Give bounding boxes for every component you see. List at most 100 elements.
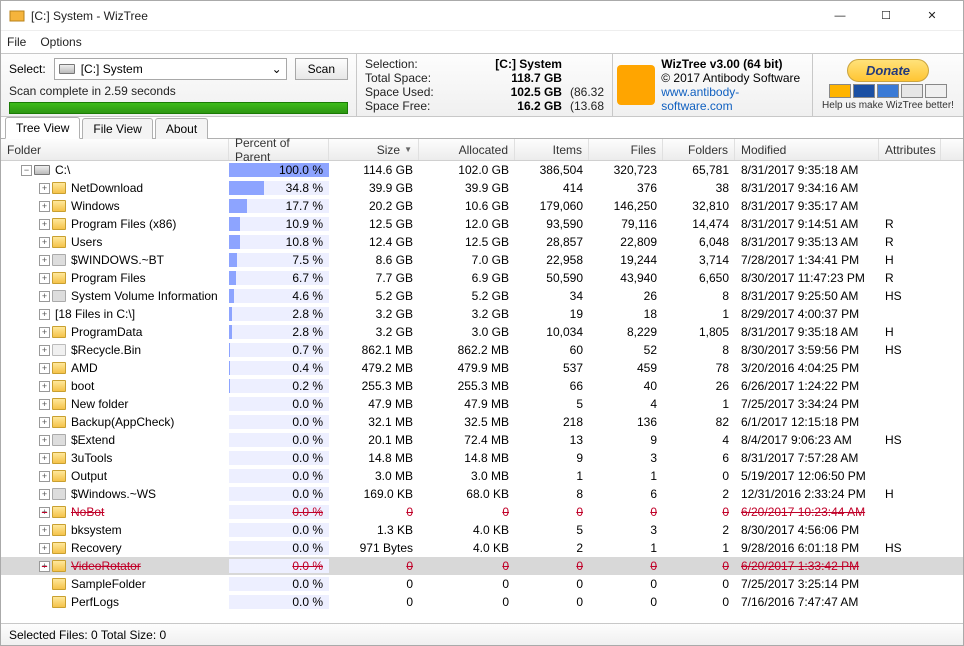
row-alloc: 255.3 MB [419, 379, 515, 393]
expand-icon[interactable] [39, 345, 50, 356]
row-modified: 8/31/2017 9:35:13 AM [735, 235, 879, 249]
row-pct: 0.0 % [292, 415, 323, 429]
table-row[interactable]: bksystem0.0 %1.3 KB4.0 KB5328/30/2017 4:… [1, 521, 963, 539]
row-size: 169.0 KB [329, 487, 419, 501]
row-files: 4 [589, 397, 663, 411]
col-folders[interactable]: Folders [663, 139, 735, 160]
collapse-icon[interactable] [21, 165, 32, 176]
col-attributes[interactable]: Attributes [879, 139, 941, 160]
col-size[interactable]: Size▼ [329, 139, 419, 160]
scan-button[interactable]: Scan [295, 58, 348, 80]
table-row[interactable]: Program Files (x86)10.9 %12.5 GB12.0 GB9… [1, 215, 963, 233]
expand-icon[interactable] [39, 471, 50, 482]
table-row[interactable]: SampleFolder0.0 %000007/25/2017 3:25:14 … [1, 575, 963, 593]
table-row[interactable]: Output0.0 %3.0 MB3.0 MB1105/19/2017 12:0… [1, 467, 963, 485]
col-files[interactable]: Files [589, 139, 663, 160]
expand-icon[interactable] [39, 507, 50, 518]
table-row[interactable]: PerfLogs0.0 %000007/16/2016 7:47:47 AM [1, 593, 963, 611]
expand-icon[interactable] [39, 561, 50, 572]
row-items: 5 [515, 397, 589, 411]
row-files: 52 [589, 343, 663, 357]
table-row[interactable]: [18 Files in C:\]2.8 %3.2 GB3.2 GB191818… [1, 305, 963, 323]
tab-file-view[interactable]: File View [82, 118, 152, 139]
expand-icon[interactable] [39, 489, 50, 500]
table-row[interactable]: VideoRotator0.0 %000006/20/2017 1:33:42 … [1, 557, 963, 575]
row-items: 8 [515, 487, 589, 501]
row-size: 3.2 GB [329, 325, 419, 339]
row-pct: 6.7 % [292, 271, 323, 285]
col-modified[interactable]: Modified [735, 139, 879, 160]
close-button[interactable]: ✕ [909, 1, 955, 31]
col-folder[interactable]: Folder [1, 139, 229, 160]
expand-icon[interactable] [39, 327, 50, 338]
minimize-button[interactable]: — [817, 1, 863, 31]
tab-tree-view[interactable]: Tree View [5, 117, 80, 139]
table-row[interactable]: $Windows.~WS0.0 %169.0 KB68.0 KB86212/31… [1, 485, 963, 503]
table-row[interactable]: Recovery0.0 %971 Bytes4.0 KB2119/28/2016… [1, 539, 963, 557]
expand-icon[interactable] [39, 543, 50, 554]
table-row[interactable]: NoBot0.0 %000006/20/2017 10:23:44 AM [1, 503, 963, 521]
row-size: 3.2 GB [329, 307, 419, 321]
expand-icon[interactable] [39, 201, 50, 212]
expand-icon[interactable] [39, 219, 50, 230]
table-row[interactable]: Users10.8 %12.4 GB12.5 GB28,85722,8096,0… [1, 233, 963, 251]
row-items: 537 [515, 361, 589, 375]
row-attr: R [879, 217, 941, 231]
row-files: 79,116 [589, 217, 663, 231]
table-row[interactable]: $WINDOWS.~BT7.5 %8.6 GB7.0 GB22,95819,24… [1, 251, 963, 269]
row-folders: 0 [663, 559, 735, 573]
expand-icon[interactable] [39, 399, 50, 410]
status-text: Selected Files: 0 Total Size: 0 [9, 628, 166, 642]
table-row[interactable]: Backup(AppCheck)0.0 %32.1 MB32.5 MB21813… [1, 413, 963, 431]
table-row[interactable]: $Extend0.0 %20.1 MB72.4 MB13948/4/2017 9… [1, 431, 963, 449]
menu-options[interactable]: Options [40, 35, 81, 49]
table-row[interactable]: $Recycle.Bin0.7 %862.1 MB862.2 MB605288/… [1, 341, 963, 359]
table-row[interactable]: C:\100.0 %114.6 GB102.0 GB386,504320,723… [1, 161, 963, 179]
expand-icon[interactable] [39, 255, 50, 266]
col-items[interactable]: Items [515, 139, 589, 160]
expand-icon[interactable] [39, 525, 50, 536]
col-allocated[interactable]: Allocated [419, 139, 515, 160]
expand-icon[interactable] [39, 381, 50, 392]
tab-about[interactable]: About [155, 118, 208, 139]
expand-icon[interactable] [39, 363, 50, 374]
expand-icon[interactable] [39, 183, 50, 194]
table-row[interactable]: ProgramData2.8 %3.2 GB3.0 GB10,0348,2291… [1, 323, 963, 341]
expand-icon[interactable] [39, 237, 50, 248]
row-folders: 38 [663, 181, 735, 195]
row-files: 19,244 [589, 253, 663, 267]
table-row[interactable]: 3uTools0.0 %14.8 MB14.8 MB9368/31/2017 7… [1, 449, 963, 467]
folder-icon [52, 578, 66, 590]
table-row[interactable]: AMD0.4 %479.2 MB479.9 MB537459783/20/201… [1, 359, 963, 377]
menu-file[interactable]: File [7, 35, 26, 49]
row-modified: 6/20/2017 10:23:44 AM [735, 505, 879, 519]
expand-icon[interactable] [39, 417, 50, 428]
folder-icon [52, 542, 66, 554]
row-pct: 0.0 % [292, 433, 323, 447]
expand-icon[interactable] [39, 309, 50, 320]
grid-body[interactable]: C:\100.0 %114.6 GB102.0 GB386,504320,723… [1, 161, 963, 623]
expand-icon[interactable] [39, 453, 50, 464]
row-folders: 2 [663, 487, 735, 501]
row-size: 5.2 GB [329, 289, 419, 303]
row-modified: 6/20/2017 1:33:42 PM [735, 559, 879, 573]
table-row[interactable]: New folder0.0 %47.9 MB47.9 MB5417/25/201… [1, 395, 963, 413]
expand-icon[interactable] [39, 291, 50, 302]
brand-url[interactable]: www.antibody-software.com [661, 85, 804, 113]
drive-combo[interactable]: [C:] System ⌄ [54, 58, 287, 80]
donate-button[interactable]: Donate [847, 59, 929, 82]
row-alloc: 7.0 GB [419, 253, 515, 267]
table-row[interactable]: boot0.2 %255.3 MB255.3 MB6640266/26/2017… [1, 377, 963, 395]
expand-icon[interactable] [39, 435, 50, 446]
folder-icon [52, 272, 66, 284]
table-row[interactable]: System Volume Information4.6 %5.2 GB5.2 … [1, 287, 963, 305]
row-name: Program Files (x86) [71, 217, 176, 231]
table-row[interactable]: Windows17.7 %20.2 GB10.6 GB179,060146,25… [1, 197, 963, 215]
col-percent[interactable]: Percent of Parent [229, 139, 329, 160]
table-row[interactable]: Program Files6.7 %7.7 GB6.9 GB50,59043,9… [1, 269, 963, 287]
table-row[interactable]: NetDownload34.8 %39.9 GB39.9 GB414376388… [1, 179, 963, 197]
row-folders: 14,474 [663, 217, 735, 231]
expand-icon[interactable] [39, 273, 50, 284]
row-name: Users [71, 235, 102, 249]
maximize-button[interactable]: ☐ [863, 1, 909, 31]
